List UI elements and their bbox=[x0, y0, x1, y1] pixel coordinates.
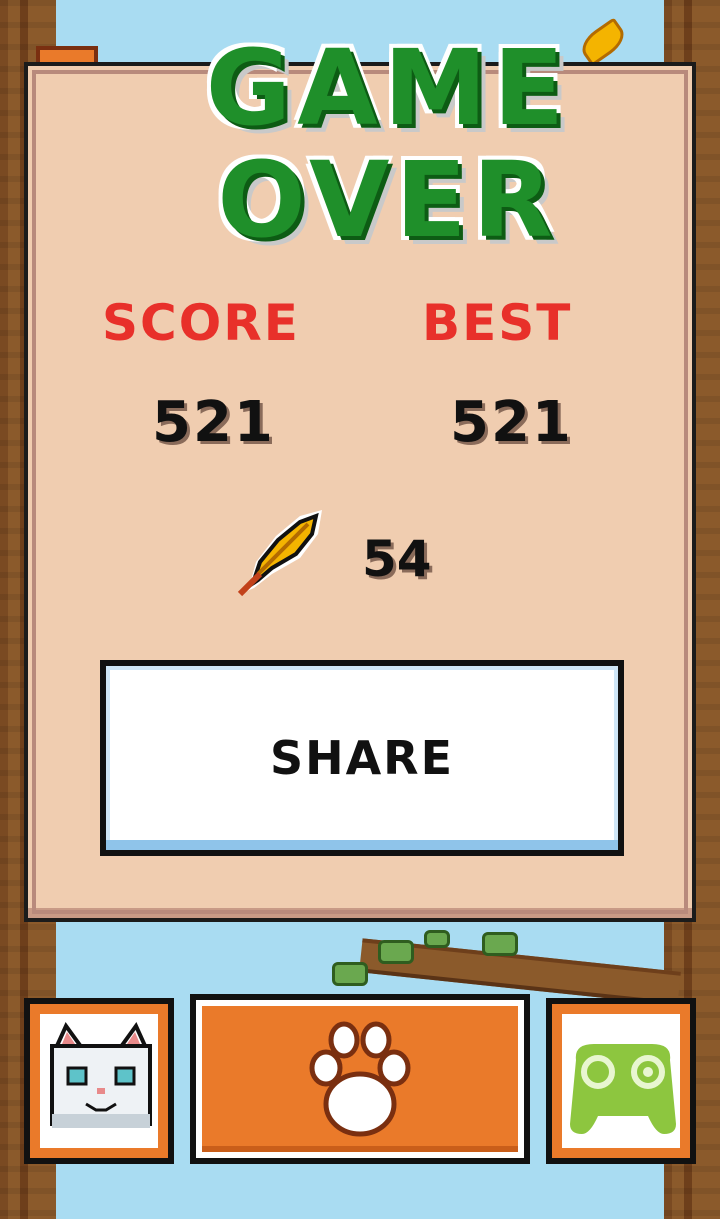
leaderboard-button-inner bbox=[562, 1014, 680, 1148]
best-value: 521 bbox=[450, 390, 573, 455]
play-again-button[interactable] bbox=[190, 994, 530, 1164]
leaf-icon bbox=[378, 940, 414, 964]
feather-count: 54 bbox=[362, 530, 432, 588]
game-controller-icon bbox=[570, 1044, 676, 1134]
score-value: 521 bbox=[152, 390, 275, 455]
feather-icon bbox=[230, 502, 330, 602]
leaf-icon bbox=[482, 932, 518, 956]
share-button[interactable]: SHARE bbox=[100, 660, 624, 856]
leaf-icon bbox=[332, 962, 368, 986]
best-label: BEST bbox=[422, 294, 573, 352]
score-label: SCORE bbox=[102, 294, 300, 352]
paw-icon bbox=[309, 1021, 411, 1137]
cat-select-button-inner bbox=[40, 1014, 158, 1148]
share-button-label: SHARE bbox=[269, 731, 455, 785]
game-over-panel: GAME OVER SCORE BEST 521 521 54 SHARE bbox=[24, 36, 696, 922]
leaderboard-button[interactable] bbox=[546, 998, 696, 1164]
cat-select-button[interactable] bbox=[24, 998, 174, 1164]
game-over-title: GAME OVER bbox=[180, 36, 596, 254]
leaf-icon bbox=[424, 930, 450, 948]
title-line-1: GAME bbox=[205, 27, 571, 149]
title-line-2: OVER bbox=[217, 139, 559, 261]
cat-face-icon bbox=[50, 1022, 152, 1128]
